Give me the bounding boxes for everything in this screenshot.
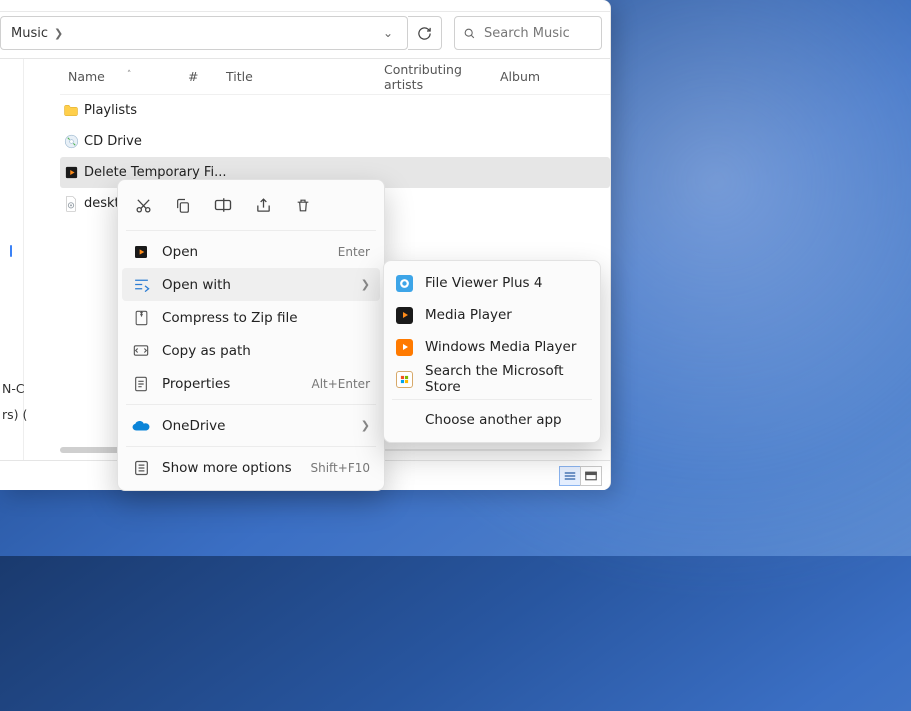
app-icon-ms-store [396, 371, 413, 388]
menu-item-open[interactable]: Open Enter [118, 235, 384, 268]
app-icon-media-player [396, 307, 413, 324]
address-bar[interactable]: Music ❯ ⌄ [0, 16, 408, 50]
submenu-item-media-player[interactable]: Media Player [384, 299, 600, 331]
menu-item-open-with[interactable]: Open with ❯ [122, 268, 380, 301]
separator [126, 230, 376, 231]
chevron-right-icon: ❯ [361, 419, 370, 432]
submenu-item-choose-app[interactable]: Choose another app [384, 404, 600, 436]
search-box[interactable] [454, 16, 602, 50]
search-input[interactable] [484, 26, 593, 41]
column-track[interactable]: # [188, 69, 226, 84]
rename-button[interactable] [212, 194, 234, 216]
media-file-icon [60, 165, 82, 180]
view-details-button[interactable] [559, 466, 581, 486]
menu-item-compress[interactable]: Compress to Zip file [118, 301, 384, 334]
copy-button[interactable] [172, 194, 194, 216]
chevron-right-icon[interactable]: ❯ [52, 27, 67, 40]
open-with-icon [132, 277, 150, 292]
delete-button[interactable] [292, 194, 314, 216]
chevron-down-icon[interactable]: ⌄ [375, 26, 401, 40]
separator [126, 446, 376, 447]
column-album[interactable]: Album [500, 69, 610, 84]
folder-icon [60, 104, 82, 117]
chevron-right-icon: ❯ [361, 278, 370, 291]
cut-button[interactable] [132, 194, 154, 216]
separator [392, 399, 592, 400]
view-large-button[interactable] [580, 466, 602, 486]
context-menu: Open Enter Open with ❯ Compress to Zip f… [117, 179, 385, 491]
address-search-row: Music ❯ ⌄ [0, 12, 610, 59]
row-label: CD Drive [82, 134, 142, 149]
refresh-button[interactable] [408, 16, 442, 50]
menu-item-copy-path[interactable]: Copy as path [118, 334, 384, 367]
cd-drive-icon [60, 134, 82, 149]
column-title[interactable]: Title [226, 69, 384, 84]
menu-item-properties[interactable]: Properties Alt+Enter [118, 367, 384, 400]
menu-item-show-more[interactable]: Show more options Shift+F10 [118, 451, 384, 484]
clipped-nav-text: N-C rs) ( [0, 376, 27, 428]
blank-icon [396, 412, 413, 429]
column-headers[interactable]: Name˄ # Title Contributing artists Album [60, 59, 610, 95]
row-cd-drive[interactable]: CD Drive [60, 126, 610, 157]
submenu-item-wmp[interactable]: Windows Media Player [384, 331, 600, 363]
properties-icon [132, 376, 150, 392]
submenu-item-ms-store[interactable]: Search the Microsoft Store [384, 363, 600, 395]
row-playlists[interactable]: Playlists [60, 95, 610, 126]
zip-icon [132, 310, 150, 326]
show-more-icon [132, 460, 150, 476]
copy-path-icon [132, 343, 150, 358]
toolbar-area [0, 0, 610, 12]
breadcrumb-folder[interactable]: Music [7, 26, 52, 41]
row-label: Playlists [82, 103, 137, 118]
onedrive-icon [132, 420, 150, 432]
column-artists[interactable]: Contributing artists [384, 62, 500, 92]
search-icon [463, 27, 476, 40]
share-button[interactable] [252, 194, 274, 216]
app-icon-fvp [396, 275, 413, 292]
sort-asc-icon: ˄ [127, 70, 132, 80]
open-with-submenu: File Viewer Plus 4 Media Player Windows … [383, 260, 601, 443]
open-icon [132, 244, 150, 260]
config-file-icon [60, 196, 82, 212]
row-label: Delete Temporary Fi... [82, 165, 226, 180]
separator [126, 404, 376, 405]
submenu-item-file-viewer-plus[interactable]: File Viewer Plus 4 [384, 267, 600, 299]
column-name[interactable]: Name˄ [60, 69, 188, 84]
app-icon-wmp [396, 339, 413, 356]
context-menu-quick-actions [118, 186, 384, 226]
menu-item-onedrive[interactable]: OneDrive ❯ [118, 409, 384, 442]
nav-selection-indicator [10, 245, 12, 257]
